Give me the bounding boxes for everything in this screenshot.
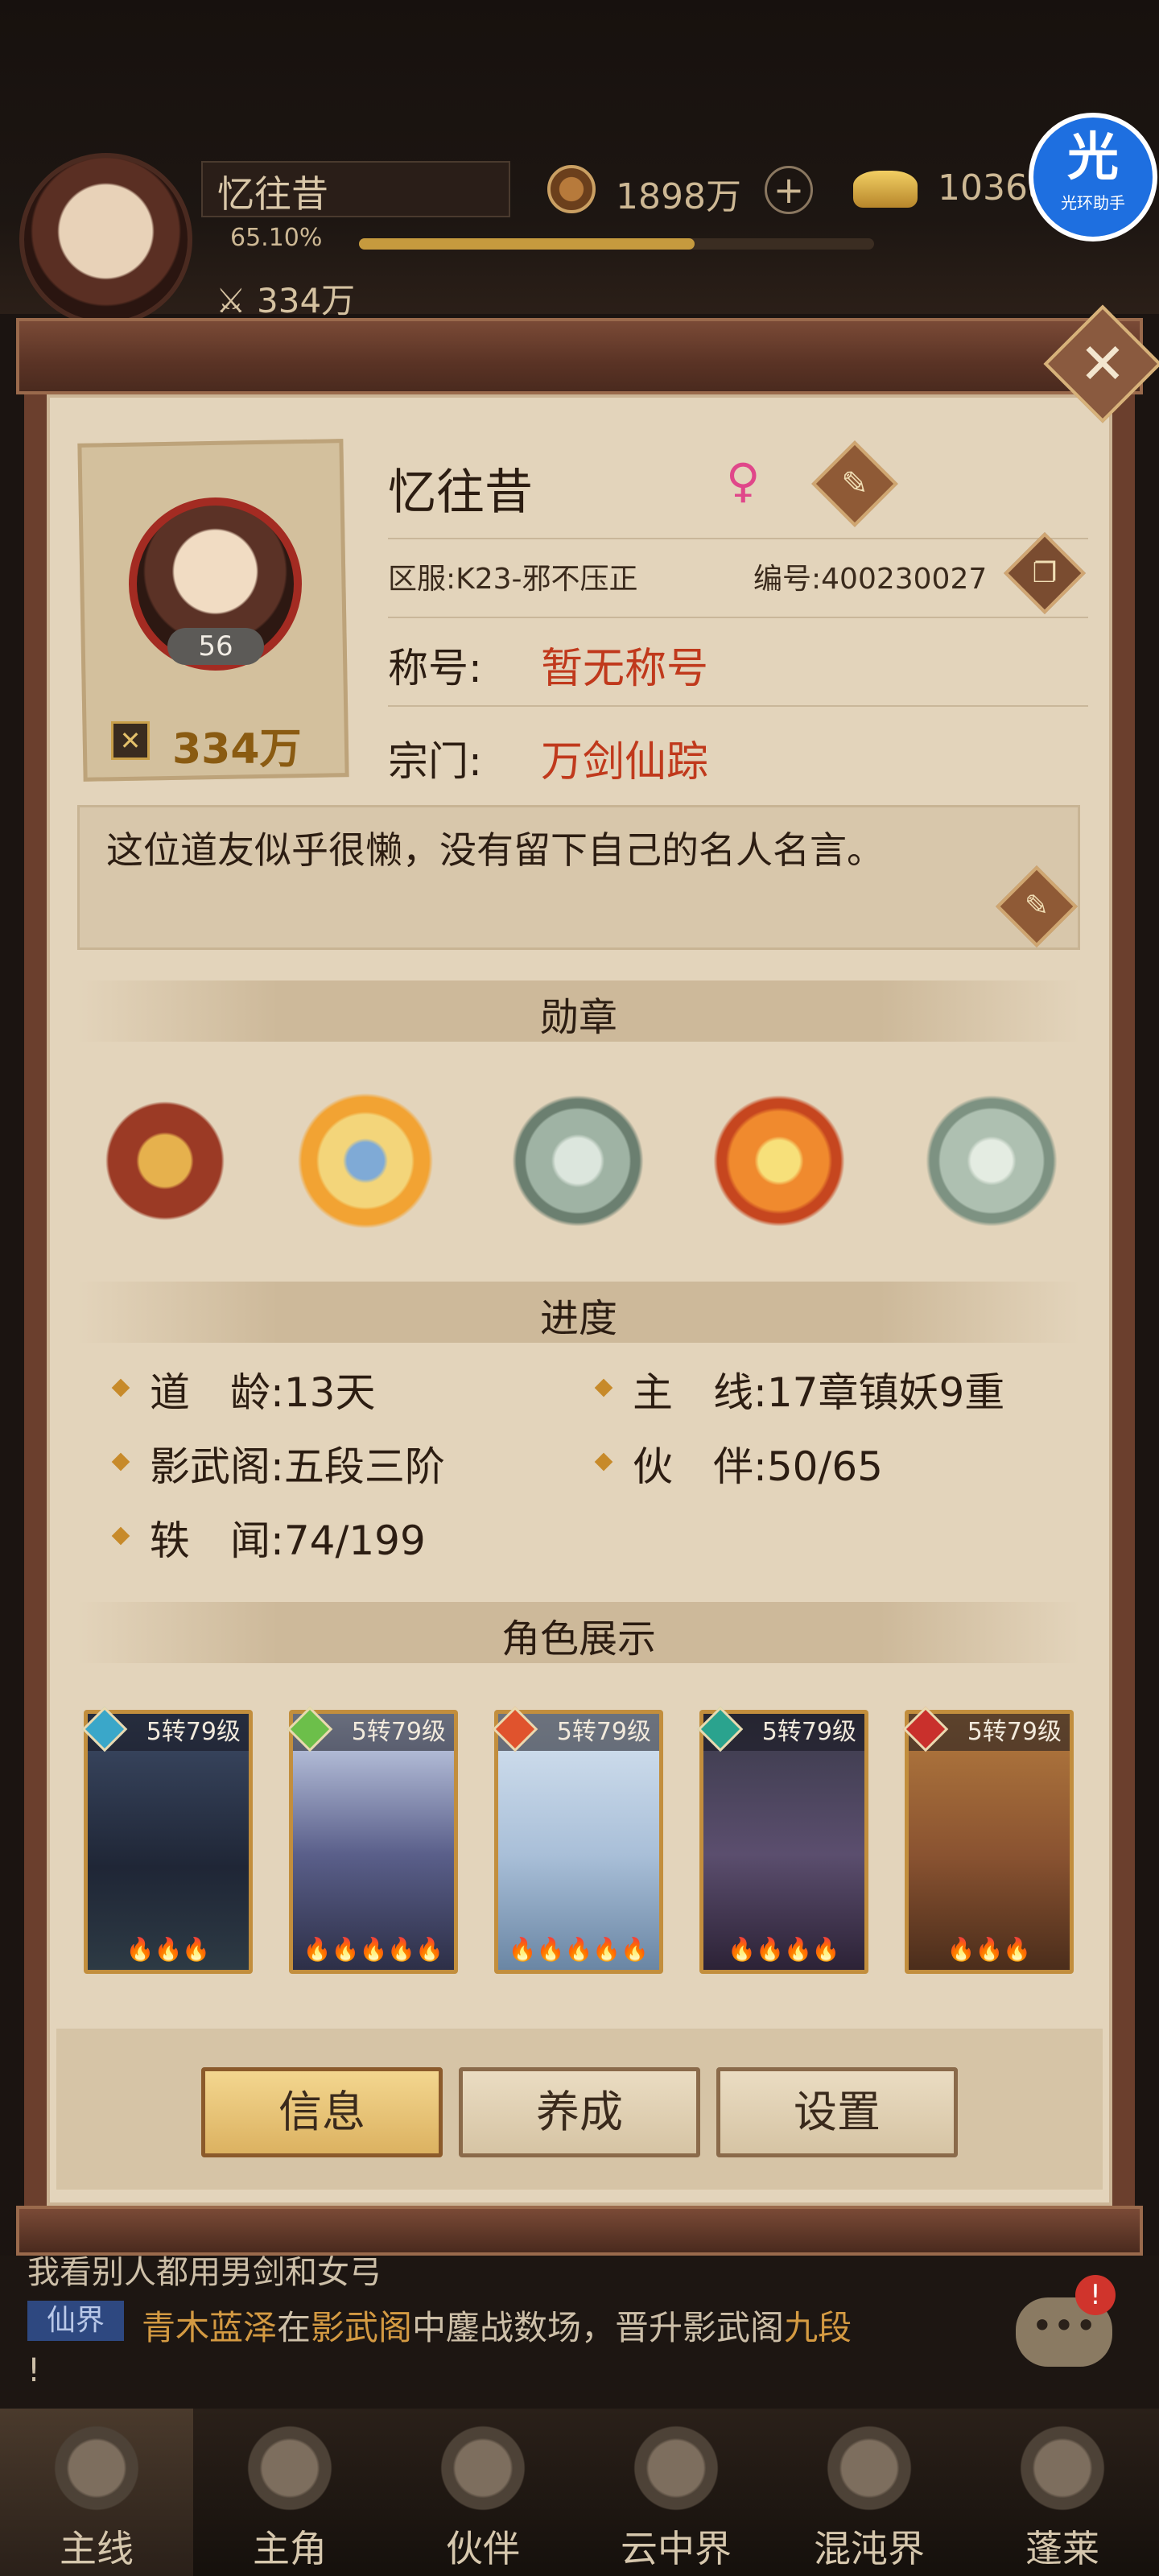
title-value[interactable]: 暂无称号 (541, 634, 708, 695)
divider (388, 705, 1088, 707)
medal-flame-icon[interactable] (707, 1088, 852, 1233)
helper-badge-icon: 光 (1067, 128, 1119, 188)
notification-badge: ! (1075, 2275, 1116, 2315)
nav-penglai[interactable]: 蓬莱 (966, 2409, 1159, 2576)
crossed-swords-icon (48, 2420, 145, 2516)
sect-label: 宗门: (388, 738, 482, 785)
progress-label: 轶 闻: (150, 1517, 284, 1564)
progress-value: 17章镇妖9重 (766, 1369, 1005, 1416)
nav-label: 云中界 (621, 2527, 732, 2570)
divider (388, 617, 1088, 618)
chat-line: ! (27, 2352, 41, 2389)
roles-section-title: 角色展示 (501, 1616, 656, 1662)
female-icon: ♀ (726, 453, 761, 508)
title-label: 称号: (388, 645, 482, 691)
hud-power-value: 334万 (257, 281, 356, 320)
progress-value: 74/199 (283, 1517, 426, 1564)
role-card[interactable]: 5转79级 🔥🔥🔥🔥🔥 (494, 1710, 663, 1974)
progress-label: 道 龄: (150, 1369, 284, 1416)
chat-rank: 九段 (784, 2308, 852, 2347)
chaos-portal-icon (821, 2420, 918, 2516)
helper-label: 光环助手 (1061, 193, 1125, 213)
progress-item: 影武阁:五段三阶 (150, 1435, 445, 1492)
progress-value: 13天 (283, 1369, 376, 1416)
role-stars: 🔥🔥🔥🔥 (728, 1936, 840, 1963)
nav-label: 主线 (60, 2527, 134, 2570)
nav-main-quest[interactable]: 主线 (0, 2409, 193, 2576)
power-icon: ⚔ (216, 281, 246, 320)
add-coin-button[interactable]: + (765, 166, 813, 214)
tab-settings[interactable]: 设置 (716, 2067, 958, 2157)
chat-place: 影武阁 (311, 2308, 413, 2347)
progress-item: 主 线:17章镇妖9重 (633, 1360, 1004, 1418)
motto-text: 这位道友似乎很懒，没有留下自己的名人名言。 (106, 828, 884, 872)
nav-label: 伙伴 (446, 2527, 520, 2570)
coin-icon (547, 165, 596, 213)
progress-item: 轶 闻:74/199 (150, 1509, 426, 1567)
profile-level: 56 (167, 628, 264, 665)
nav-partners[interactable]: 伙伴 (386, 2409, 580, 2576)
brush-icon[interactable]: ✎ (1008, 877, 1066, 935)
role-card[interactable]: 5转79级 🔥🔥🔥🔥🔥 (289, 1710, 458, 1974)
medal-pagoda-icon[interactable] (505, 1088, 650, 1233)
power-icon: ✕ (111, 721, 150, 760)
nav-label: 蓬莱 (1025, 2527, 1099, 2570)
chat-line: 青木蓝泽在影武阁中鏖战数场，晋升影武阁九段 (142, 2301, 852, 2350)
hud-player-name: 忆往昔 (217, 172, 328, 216)
brush-icon[interactable]: ✎ (824, 453, 885, 514)
role-card[interactable]: 5转79级 🔥🔥🔥 (84, 1710, 253, 1974)
profile-power: 334万 (172, 725, 302, 774)
nav-label: 主角 (253, 2527, 327, 2570)
player-id: 编号:400230027 (753, 563, 988, 596)
profile-name: 忆往昔 (388, 464, 533, 521)
nav-label: 混沌界 (814, 2527, 925, 2570)
copy-icon[interactable]: ❐ (1016, 544, 1074, 602)
server-info: 区服:K23-邪不压正 (388, 563, 638, 596)
progress-item: 伙 伴:50/65 (633, 1435, 883, 1492)
progress-section-title: 进度 (539, 1296, 617, 1341)
helper-app-button[interactable]: 光 光环助手 (1029, 113, 1157, 242)
partners-icon (435, 2420, 531, 2516)
hud-exp-percent: 65.10% (230, 224, 323, 252)
progress-value: 五段三阶 (283, 1443, 445, 1490)
divider (388, 538, 1088, 539)
role-stars: 🔥🔥🔥🔥🔥 (303, 1936, 444, 1963)
chat-player-name[interactable]: 青木蓝泽 (142, 2308, 277, 2347)
chat-line: 我看别人都用男剑和女弓 (27, 2254, 382, 2291)
role-stars: 🔥🔥🔥 (126, 1936, 211, 1963)
nav-hero[interactable]: 主角 (193, 2409, 386, 2576)
tab-cultivate[interactable]: 养成 (459, 2067, 700, 2157)
progress-label: 主 线: (633, 1369, 767, 1416)
hero-icon (241, 2420, 338, 2516)
hud-avatar[interactable] (19, 153, 192, 326)
medal-meditation-jade-icon[interactable] (919, 1088, 1064, 1233)
progress-label: 影武阁: (150, 1443, 284, 1490)
sage-icon (1014, 2420, 1111, 2516)
sect-value[interactable]: 万剑仙踪 (541, 728, 708, 788)
role-card[interactable]: 5转79级 🔥🔥🔥🔥 (699, 1710, 868, 1974)
panel-frame-top (16, 318, 1143, 394)
progress-item: 道 龄:13天 (150, 1360, 375, 1418)
role-card[interactable]: 5转79级 🔥🔥🔥 (905, 1710, 1074, 1974)
nav-cloud-realm[interactable]: 云中界 (580, 2409, 773, 2576)
chat-text: 中鏖战数场，晋升影武阁 (412, 2308, 785, 2347)
medal-meditation-gold-icon[interactable] (293, 1088, 438, 1233)
hud-power: ⚔ 334万 (216, 274, 355, 323)
coin-amount: 1898万 (616, 176, 741, 217)
close-icon[interactable]: ✕ (1061, 322, 1145, 406)
role-stars: 🔥🔥🔥 (947, 1936, 1032, 1963)
tab-info[interactable]: 信息 (201, 2067, 443, 2157)
chat-channel-tag: 仙界 (27, 2301, 124, 2341)
medal-section-title: 勋章 (539, 995, 617, 1040)
progress-label: 伙 伴: (633, 1443, 767, 1490)
progress-value: 50/65 (766, 1443, 883, 1490)
medal-treasure-icon[interactable] (93, 1088, 237, 1233)
role-stars: 🔥🔥🔥🔥🔥 (508, 1936, 650, 1963)
chat-text: 在 (277, 2308, 311, 2347)
nav-chaos-realm[interactable]: 混沌界 (773, 2409, 966, 2576)
gold-ingot-icon (853, 171, 918, 208)
hud-exp-bar-fill (359, 238, 695, 250)
cloud-palace-icon (628, 2420, 724, 2516)
